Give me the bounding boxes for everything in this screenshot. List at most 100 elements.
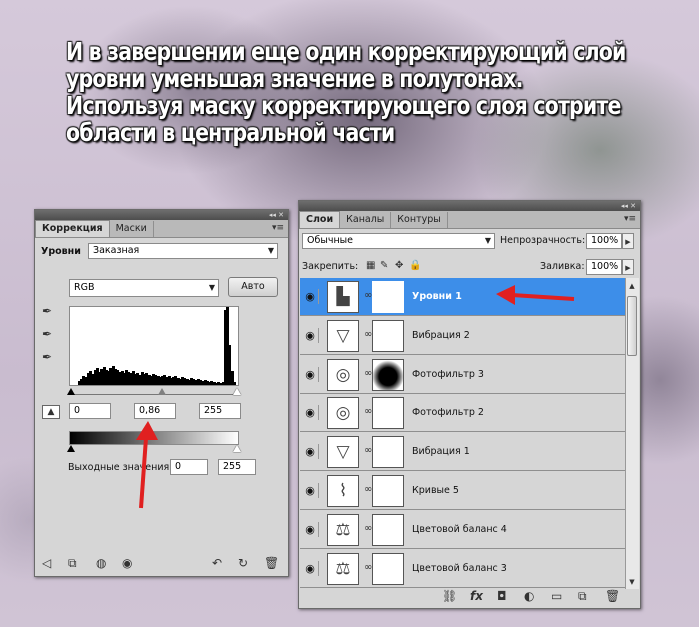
preset-label: Уровни (41, 246, 81, 257)
layer-name: Фотофильтр 3 (412, 368, 484, 380)
tab-masks[interactable]: Маски (110, 221, 154, 237)
input-slider-track (71, 394, 237, 395)
scrollbar-thumb[interactable] (627, 296, 637, 356)
color-balance-icon[interactable]: ⚖ (327, 552, 359, 585)
tab-adjustments[interactable]: Коррекция (35, 220, 110, 237)
fill-field[interactable]: 100% (586, 259, 622, 275)
clip-to-layer-icon[interactable]: ◍ (96, 556, 106, 570)
fill-label: Заливка: (540, 261, 585, 272)
white-eyedropper-icon[interactable]: ✒ (42, 351, 52, 363)
opacity-arrow-icon[interactable]: ▶ (622, 233, 634, 249)
curves-icon[interactable]: ⌇ (327, 475, 359, 507)
layer-mask-thumbnail[interactable] (372, 436, 404, 469)
color-balance-icon[interactable]: ⚖ (327, 513, 359, 546)
opacity-label: Непрозрачность: (500, 235, 586, 246)
layer-row[interactable]: ◉ ⌇ ∞ Кривые 5 (300, 472, 625, 510)
opacity-field[interactable]: 100% (586, 233, 622, 249)
layer-row[interactable]: ◉ ◎ ∞ Фотофильтр 3 (300, 355, 625, 394)
layer-name: Цветовой баланс 4 (412, 523, 507, 535)
input-gamma-field[interactable]: 0,86 (134, 403, 176, 419)
layer-mask-thumbnail[interactable] (372, 552, 404, 585)
visibility-eye-icon[interactable]: ◉ (302, 405, 319, 421)
layer-name: Фотофильтр 2 (412, 407, 484, 419)
new-adjustment-icon[interactable]: ◐ (524, 589, 534, 603)
input-black-slider[interactable] (67, 388, 75, 395)
lock-all-icon[interactable]: 🔒 (409, 260, 421, 272)
delete-icon[interactable]: 🗑 (264, 556, 279, 570)
layers-titlebar[interactable]: ◂◂ ✕ (299, 201, 640, 211)
visibility-eye-icon[interactable]: ◉ (302, 521, 319, 537)
panel-menu-icon[interactable]: ▾≡ (624, 214, 636, 224)
gray-eyedropper-icon[interactable]: ✒ (42, 328, 52, 340)
back-arrow-icon[interactable]: ◁ (42, 556, 51, 570)
input-gamma-slider[interactable] (158, 388, 166, 395)
vibrance-icon[interactable]: ▽ (327, 436, 359, 469)
scroll-up-icon[interactable]: ▲ (626, 280, 638, 292)
layer-row[interactable]: ◉ ▙ ∞ Уровни 1 (300, 278, 625, 316)
adjustments-tabbar: Коррекция Маски ▾≡ (35, 220, 288, 238)
panel-menu-icon[interactable]: ▾≡ (272, 223, 284, 233)
lock-move-icon[interactable]: ✥ (395, 260, 403, 272)
link-layers-icon[interactable]: ⛓ (442, 589, 457, 603)
lock-transparency-icon[interactable]: ▦ (366, 260, 375, 272)
add-mask-icon[interactable]: ◘ (497, 589, 507, 603)
collapse-icon[interactable]: ◂◂ ✕ (269, 211, 284, 219)
collapse-icon[interactable]: ◂◂ ✕ (621, 202, 636, 210)
lock-label: Закрепить: (302, 261, 359, 272)
auto-button[interactable]: Авто (228, 277, 278, 297)
visibility-eye-icon[interactable]: ◉ (302, 483, 319, 498)
photo-filter-icon[interactable]: ◎ (327, 397, 359, 430)
layer-mask-thumbnail[interactable] (372, 281, 404, 313)
output-black-field[interactable]: 0 (170, 459, 208, 475)
reset-icon[interactable]: ↻ (238, 556, 248, 570)
layer-name: Цветовой баланс 3 (412, 562, 507, 574)
view-previous-icon[interactable]: ↶ (212, 556, 222, 570)
photo-filter-icon[interactable]: ◎ (327, 358, 359, 391)
input-white-slider[interactable] (233, 388, 241, 395)
histogram-bar (232, 382, 236, 385)
visibility-eye-icon[interactable]: ◉ (302, 560, 319, 576)
layer-row[interactable]: ◉ ▽ ∞ Вибрация 2 (300, 316, 625, 355)
vibrance-icon[interactable]: ▽ (327, 319, 359, 352)
visibility-eye-icon[interactable]: ◉ (122, 556, 132, 570)
input-white-field[interactable]: 255 (199, 403, 241, 419)
visibility-eye-icon[interactable]: ◉ (302, 444, 319, 460)
fill-arrow-icon[interactable]: ▶ (622, 259, 634, 275)
layer-row[interactable]: ◉ ▽ ∞ Вибрация 1 (300, 433, 625, 472)
delete-layer-icon[interactable]: 🗑 (605, 589, 620, 603)
preset-select[interactable]: Заказная (88, 243, 278, 259)
layer-row[interactable]: ◉ ⚖ ∞ Цветовой баланс 4 (300, 510, 625, 549)
blend-mode-select[interactable]: Обычные (302, 233, 495, 249)
expand-view-icon[interactable]: ⧉ (68, 556, 77, 570)
clipping-warning-icon[interactable]: ▲ (42, 405, 60, 419)
layer-row[interactable]: ◉ ◎ ∞ Фотофильтр 2 (300, 394, 625, 433)
levels-histogram (69, 306, 239, 386)
lock-paint-icon[interactable]: ✎ (380, 260, 388, 272)
tab-paths[interactable]: Контуры (391, 212, 448, 228)
layer-style-fx-icon[interactable]: fx (470, 589, 483, 603)
visibility-eye-icon[interactable]: ◉ (302, 366, 319, 382)
layer-name: Вибрация 1 (412, 446, 470, 458)
black-eyedropper-icon[interactable]: ✒ (42, 305, 52, 317)
output-white-field[interactable]: 255 (218, 459, 256, 475)
channel-select[interactable]: RGB (69, 279, 219, 297)
layer-mask-thumbnail[interactable] (372, 475, 404, 507)
layer-name: Уровни 1 (412, 291, 462, 302)
scroll-down-icon[interactable]: ▼ (626, 576, 638, 588)
layer-mask-thumbnail[interactable] (372, 319, 404, 352)
new-group-icon[interactable]: ▭ (551, 589, 562, 603)
visibility-eye-icon[interactable]: ◉ (302, 289, 319, 304)
input-black-field[interactable]: 0 (69, 403, 111, 419)
layer-mask-thumbnail[interactable] (372, 513, 404, 546)
layer-row[interactable]: ◉ ⚖ ∞ Цветовой баланс 3 (300, 549, 625, 588)
layer-mask-thumbnail[interactable] (372, 397, 404, 430)
output-white-slider[interactable] (233, 445, 241, 452)
tab-layers[interactable]: Слои (299, 211, 341, 228)
levels-icon[interactable]: ▙ (327, 281, 359, 313)
visibility-eye-icon[interactable]: ◉ (302, 327, 319, 343)
tab-channels[interactable]: Каналы (340, 212, 392, 228)
new-layer-icon[interactable]: ⧉ (578, 589, 587, 603)
adjustments-titlebar[interactable]: ◂◂ ✕ (35, 210, 288, 220)
layer-mask-thumbnail[interactable] (372, 358, 404, 391)
output-black-slider[interactable] (67, 445, 75, 452)
